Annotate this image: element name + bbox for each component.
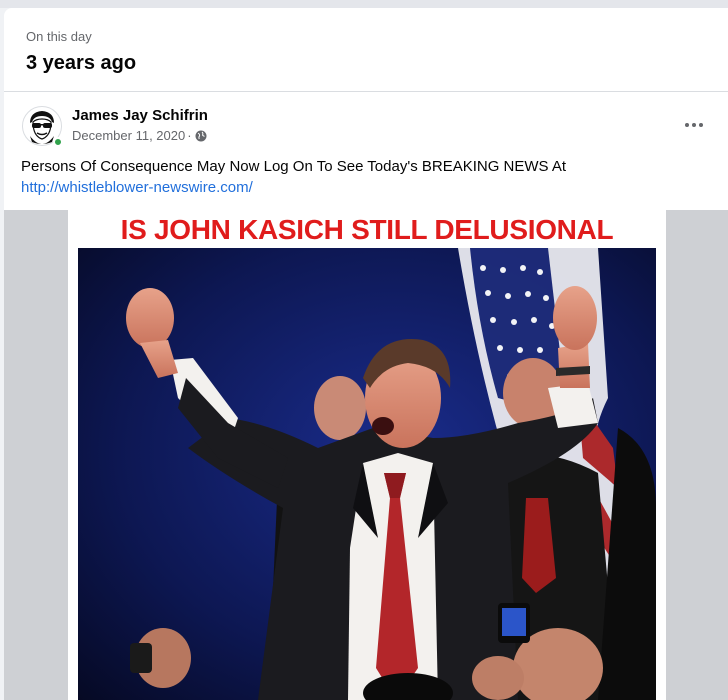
post-media[interactable]: IS JOHN KASICH STILL DELUSIONAL [4,210,728,700]
memory-header: On this day 3 years ago [4,8,728,92]
meme-photo [78,248,656,700]
memory-kicker: On this day [26,29,92,44]
top-strip [0,0,728,8]
media-letterbox-right [666,210,728,700]
media-letterbox-left [4,210,68,700]
author-name[interactable]: James Jay Schifrin [72,107,208,125]
post-text-block: Persons Of Consequence May Now Log On To… [21,156,711,198]
memory-card: On this day 3 years ago James Jay Schifr… [4,8,728,700]
meta-separator: · [187,128,192,143]
more-options-icon [692,123,696,127]
post-link[interactable]: http://whistleblower-newswire.com/ [21,177,711,198]
post-header: James Jay Schifrin December 11, 2020 · [4,101,728,151]
post-meta: December 11, 2020 · [72,128,207,144]
online-status-dot [53,137,63,147]
avatar[interactable] [22,106,63,147]
memory-title: 3 years ago [26,52,137,74]
meme-caption: IS JOHN KASICH STILL DELUSIONAL [120,214,614,245]
more-options-icon [699,123,703,127]
more-options-icon [685,123,689,127]
more-options-button[interactable] [682,115,706,135]
post-date[interactable]: December 11, 2020 [72,128,185,144]
globe-icon [195,130,207,142]
meme-image[interactable]: IS JOHN KASICH STILL DELUSIONAL [68,210,666,700]
post-text: Persons Of Consequence May Now Log On To… [21,158,567,175]
